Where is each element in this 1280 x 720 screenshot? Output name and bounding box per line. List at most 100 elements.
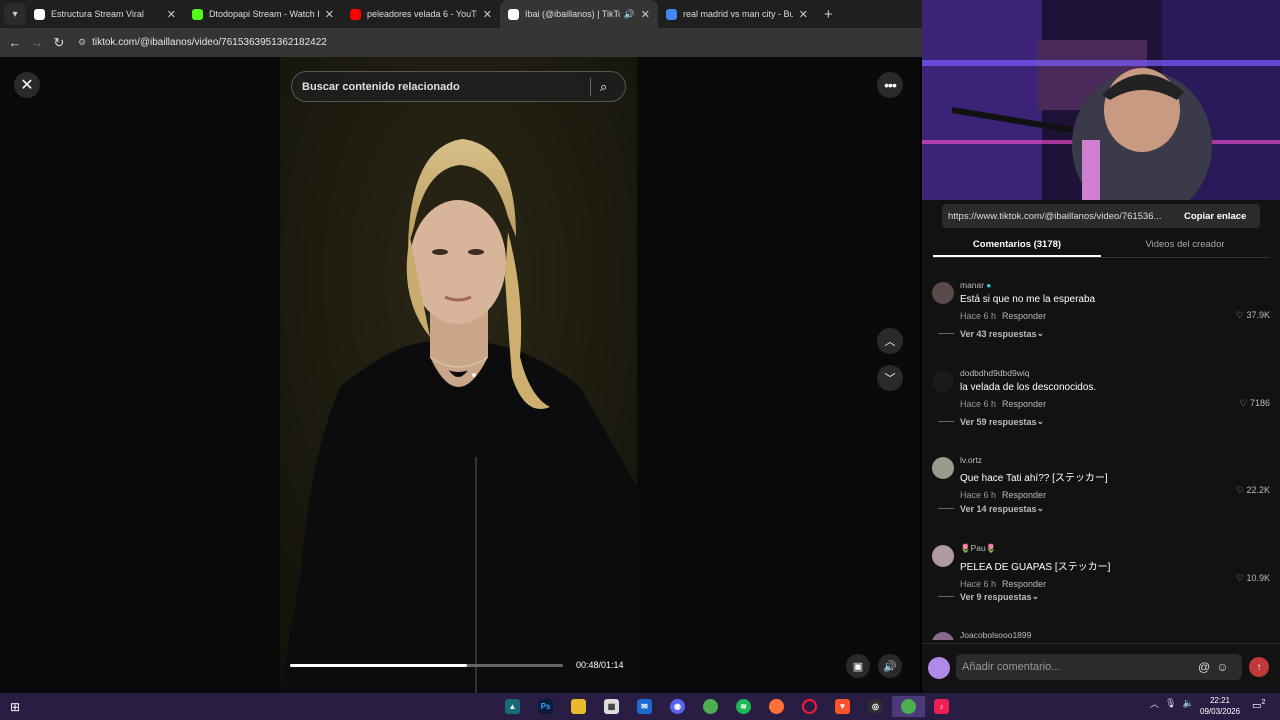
browser-tab[interactable]: real madrid vs man city - Busca ✕ — [658, 0, 816, 28]
search-icon[interactable]: ⌕ — [600, 79, 607, 95]
emoji-icon[interactable]: ☺ — [1216, 660, 1228, 674]
view-replies-button[interactable]: Ver 43 respuestas ⌄ — [938, 328, 1044, 339]
streamer-webcam — [922, 0, 1280, 200]
stream-deck-icon[interactable]: ▲ — [496, 696, 529, 717]
reply-button[interactable]: Responder — [1002, 579, 1046, 589]
more-options-icon[interactable]: ••• — [877, 72, 903, 98]
comment-username[interactable]: 🌷Pau🌷 — [960, 543, 1272, 554]
next-video-chevron-down-icon[interactable]: ﹀ — [877, 365, 903, 391]
tab-audio-icon[interactable]: 🔊 — [624, 9, 635, 20]
comment-meta: Hace 6 h Responder — [960, 579, 1272, 589]
like-count[interactable]: ♡ 10.9K — [1236, 573, 1270, 584]
comment-avatar[interactable] — [932, 457, 954, 479]
like-count[interactable]: ♡ 37.9K — [1236, 310, 1270, 321]
tab-close-icon[interactable]: ✕ — [325, 8, 334, 21]
notification-icon[interactable]: ▭2 — [1252, 699, 1265, 711]
previous-video-chevron-up-icon[interactable]: ︿ — [877, 328, 903, 354]
copy-link-button[interactable]: Copiar enlace — [1184, 211, 1246, 222]
tab-close-icon[interactable]: ✕ — [483, 8, 492, 21]
comment-text: Que hace Tati ahí?? [ステッカー] — [960, 473, 1108, 484]
reply-button[interactable]: Responder — [1002, 311, 1046, 321]
file-explorer-icon[interactable] — [562, 696, 595, 717]
related-search-input[interactable] — [302, 80, 582, 93]
tab-search-icon[interactable]: ▾ — [4, 3, 26, 25]
tab-creator-videos[interactable]: Videos del creador — [1101, 234, 1269, 257]
comment-body: dodbdhd9dbd9wiq la velada de los desconoc… — [960, 368, 1272, 409]
windows-start-icon[interactable]: ⊞ — [0, 700, 30, 714]
browser-tab[interactable]: Ibai (@ibaillanos) | TikTok 🔊 ✕ — [500, 0, 658, 28]
comment-avatar[interactable] — [932, 632, 954, 640]
comment-field: @ ☺ — [956, 654, 1242, 680]
comment-avatar[interactable] — [932, 545, 954, 567]
replies-divider — [938, 596, 954, 597]
comment-body: manar ● Está si que no me la esperaba Hace… — [960, 280, 1272, 321]
browser-tab[interactable]: peleadores velada 6 - YouTube ✕ — [342, 0, 500, 28]
video-progress-bar[interactable] — [290, 664, 563, 667]
forward-icon[interactable]: → — [26, 35, 48, 50]
brave-icon[interactable]: ▼ — [826, 696, 859, 717]
like-count-text: 7186 — [1249, 398, 1270, 408]
view-replies-button[interactable]: Ver 14 respuestas ⌄ — [938, 503, 1044, 514]
clock-date: 09/03/2026 — [1200, 707, 1241, 716]
browser-tab[interactable]: Estructura Stream Viral ✕ — [26, 0, 184, 28]
back-icon[interactable]: ← — [4, 35, 26, 50]
reload-icon[interactable]: ↻ — [48, 35, 70, 51]
obs-icon[interactable]: ◎ — [859, 696, 892, 717]
comment-username[interactable]: dodbdhd9dbd9wiq — [960, 368, 1272, 378]
reply-button[interactable]: Responder — [1002, 490, 1046, 500]
tab-favicon-icon — [350, 8, 361, 20]
tray-chevron-up-icon[interactable]: ︿ — [1150, 697, 1159, 710]
comment-time: Hace 6 h — [960, 311, 997, 321]
tab-title: Dtodopapi Stream - Watch Live — [209, 9, 319, 19]
tab-close-icon[interactable]: ✕ — [167, 8, 176, 21]
reply-button[interactable]: Responder — [1002, 399, 1046, 409]
spotify-icon[interactable]: ≋ — [727, 696, 760, 717]
speaker-icon[interactable]: 🔈 — [1182, 698, 1193, 709]
video-frame — [280, 57, 637, 693]
outlook-icon[interactable]: ✉ — [628, 696, 661, 717]
view-replies-button[interactable]: Ver 9 respuestas ⌄ — [938, 591, 1039, 602]
like-count[interactable]: ♡ 22.2K — [1236, 485, 1270, 496]
close-icon[interactable]: ✕ — [14, 72, 40, 98]
tab-strip: Estructura Stream Viral ✕ Dtodopapi Stream… — [26, 0, 816, 28]
windows-taskbar: ⊞ ▲ Ps ▦ ✉ ◉ ≋ ▼ ◎ ♪ ︿ 🎙 🔈 22:21 09/03/2… — [0, 693, 1280, 720]
new-tab-button[interactable]: + — [824, 6, 833, 23]
send-comment-icon[interactable]: ↑ — [1249, 657, 1269, 677]
discord-icon[interactable]: ◉ — [661, 696, 694, 717]
site-info-icon[interactable]: ⚙ — [78, 37, 86, 48]
comment-body: Joacobolsooo1899 — [960, 630, 1272, 640]
video-progress-fill — [290, 664, 468, 667]
comment-avatar[interactable] — [932, 282, 954, 304]
chrome-active-icon[interactable] — [892, 696, 925, 717]
like-count[interactable]: ♡ 7186 — [1239, 398, 1270, 409]
tiktok-icon[interactable]: ♪ — [925, 696, 958, 717]
browser-tab[interactable]: Dtodopapi Stream - Watch Live ✕ — [184, 0, 342, 28]
comment-username[interactable]: Joacobolsooo1899 — [960, 630, 1272, 640]
webcam-image — [922, 0, 1280, 200]
video-player[interactable] — [280, 57, 637, 693]
comment-meta: Hace 6 h Responder — [960, 311, 1272, 321]
chrome-icon[interactable] — [694, 696, 727, 717]
url-field[interactable]: ⚙ tiktok.com/@ibaillanos/video/761536395… — [78, 37, 327, 48]
calculator-icon[interactable]: ▦ — [595, 696, 628, 717]
firefox-icon[interactable] — [760, 696, 793, 717]
tab-title: Ibai (@ibaillanos) | TikTok — [525, 9, 620, 19]
comment-avatar[interactable] — [932, 370, 954, 392]
comment-input[interactable] — [962, 661, 1192, 673]
view-replies-button[interactable]: Ver 59 respuestas ⌄ — [938, 416, 1044, 427]
comment-username[interactable]: lv.ortz — [960, 455, 1272, 465]
tab-comments[interactable]: Comentarios (3178) — [933, 234, 1101, 257]
system-clock[interactable]: 22:21 09/03/2026 — [1200, 695, 1240, 717]
tab-favicon-icon — [508, 8, 519, 20]
mention-icon[interactable]: @ — [1198, 660, 1210, 674]
comment-username[interactable]: manar ● — [960, 280, 1272, 290]
opera-icon[interactable] — [793, 696, 826, 717]
tab-close-icon[interactable]: ✕ — [641, 8, 650, 21]
floating-player-icon[interactable]: ▣ — [846, 654, 870, 678]
tab-close-icon[interactable]: ✕ — [799, 8, 808, 21]
share-link-bar: https://www.tiktok.com/@ibaillanos/video… — [942, 204, 1260, 228]
photoshop-icon[interactable]: Ps — [529, 696, 562, 717]
microphone-icon[interactable]: 🎙 — [1165, 698, 1176, 709]
volume-icon[interactable]: 🔊 — [878, 654, 902, 678]
like-count-text: 10.9K — [1246, 573, 1270, 583]
